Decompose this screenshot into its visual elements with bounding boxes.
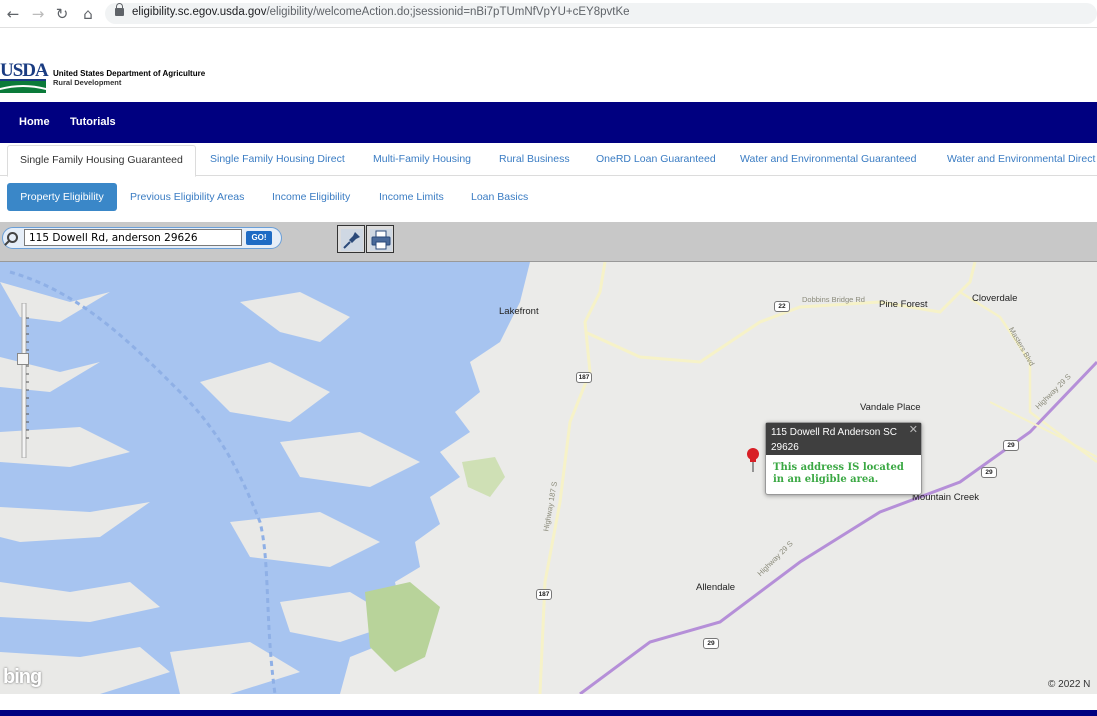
usda-logo: USDA [0, 60, 49, 81]
road-dobbins: Dobbins Bridge Rd [802, 295, 865, 304]
tab-rural-business[interactable]: Rural Business [499, 153, 570, 165]
place-allendale: Allendale [696, 582, 736, 593]
place-vandale: Vandale Place [860, 402, 921, 413]
place-lakefront: Lakefront [499, 306, 539, 317]
footer-bar [0, 710, 1097, 716]
tab-property-eligibility[interactable]: Property Eligibility [7, 183, 117, 211]
tab-loan-basics[interactable]: Loan Basics [471, 191, 528, 203]
pushpin-tool-button[interactable] [337, 225, 365, 253]
eligibility-popup: 115 Dowell Rd Anderson SC 29626 ✕ This a… [765, 422, 922, 495]
map-pin-icon[interactable] [744, 446, 764, 474]
route-shield-29: 29 [703, 638, 719, 649]
map-canvas[interactable]: Lakefront Pine Forest Cloverdale Vandale… [0, 262, 1097, 694]
close-icon[interactable]: ✕ [909, 423, 918, 438]
tab-sfh-guaranteed[interactable]: Single Family Housing Guaranteed [7, 145, 196, 177]
place-cloverdale: Cloverdale [972, 293, 1018, 304]
route-shield-29: 29 [981, 467, 997, 478]
address-search-input[interactable] [24, 229, 242, 246]
nav-home[interactable]: Home [19, 116, 50, 128]
bing-logo: bing [3, 666, 42, 688]
print-button[interactable] [366, 225, 394, 253]
reload-icon[interactable]: ↻ [53, 5, 71, 23]
route-shield-29: 29 [1003, 440, 1019, 451]
program-tabs: Single Family Housing Guaranteed Single … [0, 143, 1097, 177]
zoom-slider[interactable] [19, 302, 29, 459]
zoom-slider-knob[interactable] [17, 353, 29, 365]
lock-icon[interactable] [115, 3, 124, 16]
department-sub: Rural Development [53, 78, 122, 87]
tab-income-eligibility[interactable]: Income Eligibility [272, 191, 350, 203]
popup-title: 115 Dowell Rd Anderson SC 29626 ✕ [766, 423, 921, 455]
pushpin-icon [341, 229, 363, 251]
tab-water-direct[interactable]: Water and Environmental Direct [947, 153, 1095, 165]
main-nav: Home Tutorials [0, 102, 1097, 143]
tab-onerd-loan[interactable]: OneRD Loan Guaranteed [596, 153, 716, 165]
url-text[interactable]: eligibility.sc.egov.usda.gov/eligibility… [132, 6, 630, 18]
map-copyright: © 2022 N [1048, 679, 1091, 690]
back-icon[interactable]: ← [4, 5, 22, 23]
route-shield-187: 187 [576, 372, 592, 383]
tab-sfh-direct[interactable]: Single Family Housing Direct [210, 153, 345, 165]
usda-logo-field [0, 81, 46, 93]
route-shield-187: 187 [536, 589, 552, 600]
tab-previous-areas[interactable]: Previous Eligibility Areas [130, 191, 244, 203]
map-background [0, 262, 1097, 694]
tab-income-limits[interactable]: Income Limits [379, 191, 444, 203]
department-name: United States Department of Agriculture [53, 69, 206, 78]
route-shield-22: 22 [774, 301, 790, 312]
forward-icon[interactable]: → [29, 5, 47, 23]
tab-multi-family[interactable]: Multi-Family Housing [373, 153, 471, 165]
home-icon[interactable]: ⌂ [79, 5, 97, 23]
place-pine-forest: Pine Forest [879, 299, 928, 310]
place-mountain-creek: Mountain Creek [912, 492, 980, 503]
eligibility-message: This address IS located in an eligible a… [773, 462, 904, 485]
search-icon [7, 232, 18, 243]
nav-tutorials[interactable]: Tutorials [70, 116, 116, 128]
tab-water-guaranteed[interactable]: Water and Environmental Guaranteed [740, 153, 916, 165]
printer-icon [370, 229, 392, 251]
go-button[interactable]: GO! [246, 231, 272, 245]
